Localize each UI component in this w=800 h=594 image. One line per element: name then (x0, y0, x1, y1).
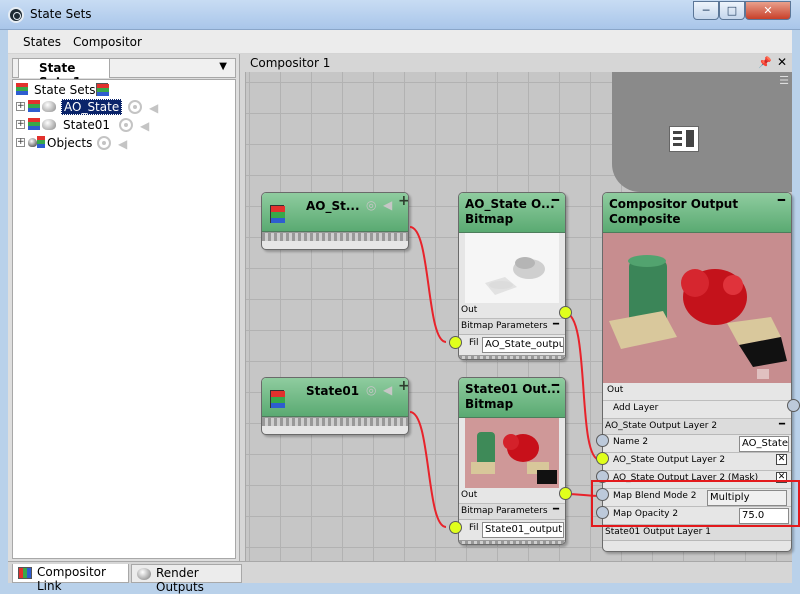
wire-ao-state (409, 226, 447, 343)
tree-item-label: Objects (47, 136, 93, 150)
pin-icon[interactable]: 📌 (758, 56, 772, 69)
state-tree: State Sets + AO_State ◀ + State01 ◀ + Ob… (12, 79, 236, 559)
maximize-button[interactable]: □ (719, 1, 745, 20)
state01-bitmap-file-socket[interactable] (449, 521, 462, 534)
tab-compositor-link[interactable]: Compositor Link (12, 564, 129, 593)
tree-item-objects[interactable]: + Objects ◀ (13, 134, 235, 152)
compositor-title: Compositor 1 (250, 56, 331, 70)
composite-out-socket[interactable] (787, 399, 800, 412)
arrow-left-icon[interactable]: ◀ (140, 119, 149, 133)
compositor-header: Compositor 1 📌 ✕ (245, 54, 792, 72)
teapot-icon (137, 568, 151, 580)
expand-icon[interactable]: + (16, 102, 25, 111)
target-icon[interactable] (97, 136, 111, 150)
name-socket[interactable] (596, 434, 609, 447)
state-set-icon (16, 83, 28, 96)
wire-ao-bitmap-out (564, 312, 601, 461)
minimize-button[interactable]: ─ (693, 1, 719, 20)
title-bar: State Sets ─ □ ✕ (0, 0, 800, 30)
state01-bitmap-out-socket[interactable] (559, 487, 572, 500)
add-state-set-icon[interactable] (96, 83, 109, 96)
teapot-icon (42, 101, 56, 112)
tree-item-state01[interactable]: + State01 ◀ (13, 116, 235, 134)
expand-icon[interactable]: + (16, 138, 25, 147)
window-title: State Sets (30, 7, 92, 21)
ao-state-output-socket[interactable] (403, 221, 413, 231)
tree-root-state-sets[interactable]: State Sets (13, 81, 235, 99)
expand-icon[interactable]: + (16, 120, 25, 129)
tab-label: Render Outputs (156, 566, 204, 594)
state-sets-tab-header: State Sets 1 ▼ (12, 58, 236, 89)
menu-compositor[interactable]: Compositor (73, 35, 142, 49)
app-logo-icon (8, 7, 24, 23)
target-icon[interactable] (119, 118, 133, 132)
node-canvas[interactable]: ☰ AO_St... ◎ ◀ + State01 ◎ ◀ + AO_State … (245, 72, 800, 561)
tree-item-ao-state[interactable]: + AO_State ◀ (13, 98, 235, 116)
tab-label: Compositor Link (37, 565, 106, 593)
bottom-tab-bar: Compositor Link Render Outputs (8, 561, 792, 594)
tab-dropdown-icon[interactable]: ▼ (219, 61, 227, 72)
target-icon[interactable] (128, 100, 142, 114)
teapot-icon (42, 119, 56, 130)
tab-state-sets-1[interactable]: State Sets 1 (18, 58, 110, 89)
objects-icon (37, 136, 45, 149)
state-sets-panel: State Sets 1 ▼ State Sets + AO_State ◀ + (8, 54, 240, 561)
tree-item-label: AO_State (61, 99, 123, 115)
sphere-icon (28, 138, 37, 147)
state-set-icon (28, 118, 40, 131)
menu-bar: States Compositor (8, 30, 792, 54)
compositor-link-icon (18, 567, 32, 579)
ao-bitmap-file-socket[interactable] (449, 336, 462, 349)
arrow-left-icon[interactable]: ◀ (118, 137, 127, 151)
menu-states[interactable]: States (23, 35, 61, 49)
layer-input-socket[interactable] (596, 452, 609, 465)
tab-render-outputs[interactable]: Render Outputs (131, 564, 242, 594)
close-panel-icon[interactable]: ✕ (777, 55, 787, 69)
arrow-left-icon[interactable]: ◀ (149, 101, 158, 115)
main-content: State Sets 1 ▼ State Sets + AO_State ◀ + (8, 54, 800, 594)
highlight-box (591, 480, 800, 527)
state-set-icon (28, 100, 40, 113)
tree-root-label: State Sets (34, 83, 96, 97)
wire-state01 (409, 411, 447, 528)
ao-bitmap-out-socket[interactable] (559, 306, 572, 319)
close-button[interactable]: ✕ (745, 1, 791, 20)
compositor-editor: Compositor 1 📌 ✕ ☰ AO_St... ◎ ◀ + State0… (245, 54, 800, 561)
tree-item-label: State01 (63, 118, 111, 132)
